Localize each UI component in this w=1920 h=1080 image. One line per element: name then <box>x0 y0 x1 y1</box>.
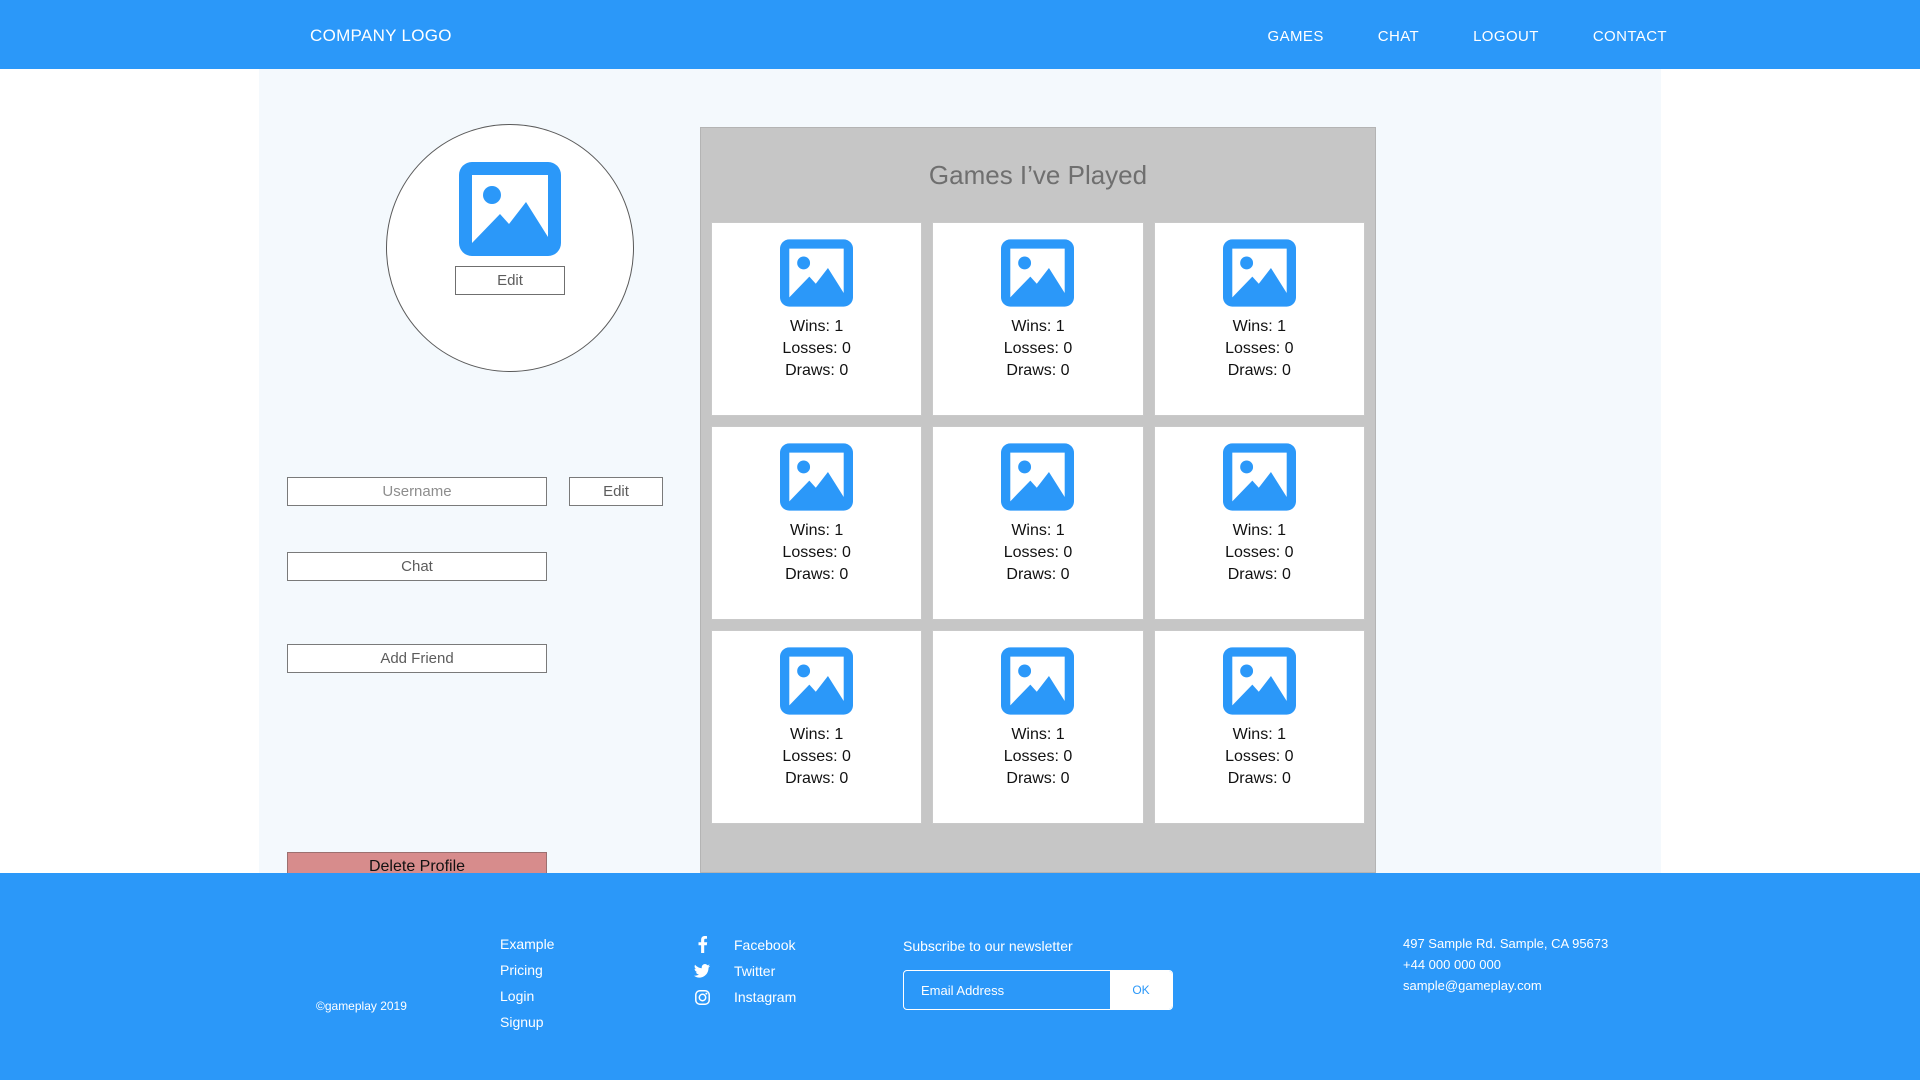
game-losses: Losses: 0 <box>1003 543 1073 561</box>
social-label: Facebook <box>734 936 796 953</box>
social-link-twitter[interactable]: Twitter <box>694 963 796 979</box>
footer-links: Example Pricing Login Signup <box>500 936 554 1030</box>
image-placeholder-icon <box>1222 443 1296 511</box>
social-label: Twitter <box>734 963 776 979</box>
newsletter-submit-button[interactable]: OK <box>1110 971 1172 1009</box>
game-draws: Draws: 0 <box>1006 361 1070 379</box>
main-navigation: GAMES CHAT LOGOUT CONTACT <box>1268 28 1667 45</box>
avatar: Edit <box>386 124 634 372</box>
game-stats: Wins: 1 Losses: 0 Draws: 0 <box>1225 316 1293 382</box>
nav-item-contact[interactable]: CONTACT <box>1593 28 1667 45</box>
game-stats: Wins: 1 Losses: 0 Draws: 0 <box>1004 316 1072 382</box>
game-losses: Losses: 0 <box>1003 747 1073 765</box>
game-wins: Wins: 1 <box>1232 318 1286 335</box>
image-placeholder-icon <box>780 239 854 307</box>
page-root: COMPANY LOGO GAMES CHAT LOGOUT CONTACT E… <box>0 0 1920 1080</box>
twitter-icon <box>694 964 710 978</box>
game-wins: Wins: 1 <box>1232 726 1286 743</box>
image-placeholder-icon <box>1222 647 1296 715</box>
game-losses: Losses: 0 <box>1225 339 1294 357</box>
game-losses: Losses: 0 <box>782 747 851 765</box>
company-logo[interactable]: COMPANY LOGO <box>310 26 452 46</box>
edit-avatar-button[interactable]: Edit <box>455 266 565 295</box>
game-card[interactable]: Wins: 1 Losses: 0 Draws: 0 <box>1153 222 1365 416</box>
newsletter-section: Subscribe to our newsletter OK <box>903 938 1173 1010</box>
game-stats: Wins: 1 Losses: 0 Draws: 0 <box>1225 724 1293 790</box>
game-stats: Wins: 1 Losses: 0 Draws: 0 <box>1004 520 1072 586</box>
games-panel: Games I’ve Played Wins: 1 Losses: 0 Draw… <box>700 127 1376 873</box>
games-panel-title: Games I’ve Played <box>928 159 1148 190</box>
game-stats: Wins: 1 Losses: 0 Draws: 0 <box>782 316 850 382</box>
image-placeholder-icon <box>1222 239 1296 307</box>
contact-email: sample@gameplay.com <box>1403 978 1542 993</box>
image-placeholder-icon <box>1001 239 1075 307</box>
game-stats: Wins: 1 Losses: 0 Draws: 0 <box>782 724 850 790</box>
game-card[interactable]: Wins: 1 Losses: 0 Draws: 0 <box>711 630 923 824</box>
footer-link-example[interactable]: Example <box>500 936 554 952</box>
game-card[interactable]: Wins: 1 Losses: 0 Draws: 0 <box>932 630 1144 824</box>
image-placeholder-icon <box>1001 443 1075 511</box>
contact-address: 497 Sample Rd. Sample, CA 95673 <box>1403 936 1609 951</box>
newsletter-form: OK <box>903 970 1173 1010</box>
game-card[interactable]: Wins: 1 Losses: 0 Draws: 0 <box>1153 630 1365 824</box>
image-placeholder-icon <box>1001 647 1075 715</box>
game-card[interactable]: Wins: 1 Losses: 0 Draws: 0 <box>711 426 923 620</box>
game-draws: Draws: 0 <box>1006 565 1070 583</box>
username-input[interactable] <box>287 477 547 506</box>
nav-item-chat[interactable]: CHAT <box>1378 28 1419 45</box>
games-grid: Wins: 1 Losses: 0 Draws: 0 Wins: 1 Losse… <box>701 222 1375 824</box>
chat-button[interactable]: Chat <box>287 552 547 581</box>
footer-link-pricing[interactable]: Pricing <box>500 962 554 978</box>
game-draws: Draws: 0 <box>1227 361 1291 379</box>
game-card[interactable]: Wins: 1 Losses: 0 Draws: 0 <box>1153 426 1365 620</box>
game-stats: Wins: 1 Losses: 0 Draws: 0 <box>782 520 850 586</box>
social-link-facebook[interactable]: Facebook <box>694 936 796 953</box>
image-placeholder-icon <box>780 647 854 715</box>
game-wins: Wins: 1 <box>789 726 844 743</box>
nav-item-games[interactable]: GAMES <box>1268 28 1324 45</box>
image-placeholder-icon <box>780 443 854 511</box>
edit-username-button[interactable]: Edit <box>569 477 663 506</box>
facebook-icon <box>694 936 710 953</box>
game-card[interactable]: Wins: 1 Losses: 0 Draws: 0 <box>932 222 1144 416</box>
game-wins: Wins: 1 <box>789 522 844 539</box>
main-content: Edit Edit Chat Add Friend Delete Profile… <box>259 69 1661 881</box>
game-wins: Wins: 1 <box>1011 522 1065 539</box>
username-row: Edit <box>287 477 663 506</box>
instagram-icon <box>694 989 710 1005</box>
game-wins: Wins: 1 <box>789 318 844 335</box>
nav-item-logout[interactable]: LOGOUT <box>1473 28 1539 45</box>
email-input[interactable] <box>904 971 1110 1009</box>
contact-phone: +44 000 000 000 <box>1403 957 1501 972</box>
game-losses: Losses: 0 <box>1003 339 1073 357</box>
game-wins: Wins: 1 <box>1011 318 1065 335</box>
add-friend-button[interactable]: Add Friend <box>287 644 547 673</box>
game-wins: Wins: 1 <box>1011 726 1065 743</box>
game-losses: Losses: 0 <box>1225 543 1294 561</box>
game-draws: Draws: 0 <box>1227 769 1291 787</box>
contact-info: 497 Sample Rd. Sample, CA 95673 +44 000 … <box>1403 936 1608 993</box>
social-links: Facebook Twitter Instagram <box>694 936 796 1005</box>
game-losses: Losses: 0 <box>782 543 851 561</box>
game-draws: Draws: 0 <box>1227 565 1291 583</box>
game-stats: Wins: 1 Losses: 0 Draws: 0 <box>1004 724 1072 790</box>
game-card[interactable]: Wins: 1 Losses: 0 Draws: 0 <box>932 426 1144 620</box>
site-header: COMPANY LOGO GAMES CHAT LOGOUT CONTACT <box>0 0 1920 69</box>
game-stats: Wins: 1 Losses: 0 Draws: 0 <box>1225 520 1293 586</box>
game-wins: Wins: 1 <box>1232 522 1286 539</box>
game-card[interactable]: Wins: 1 Losses: 0 Draws: 0 <box>711 222 923 416</box>
social-link-instagram[interactable]: Instagram <box>694 989 796 1005</box>
game-losses: Losses: 0 <box>1225 747 1294 765</box>
game-draws: Draws: 0 <box>785 769 849 787</box>
footer-link-login[interactable]: Login <box>500 988 554 1004</box>
game-draws: Draws: 0 <box>785 361 849 379</box>
game-losses: Losses: 0 <box>782 339 851 357</box>
game-draws: Draws: 0 <box>785 565 849 583</box>
social-label: Instagram <box>734 989 797 1005</box>
game-draws: Draws: 0 <box>1006 769 1070 787</box>
copyright-text: ©gameplay 2019 <box>316 999 407 1013</box>
image-placeholder-icon <box>459 162 561 256</box>
newsletter-title: Subscribe to our newsletter <box>903 938 1073 954</box>
footer-link-signup[interactable]: Signup <box>500 1014 554 1030</box>
